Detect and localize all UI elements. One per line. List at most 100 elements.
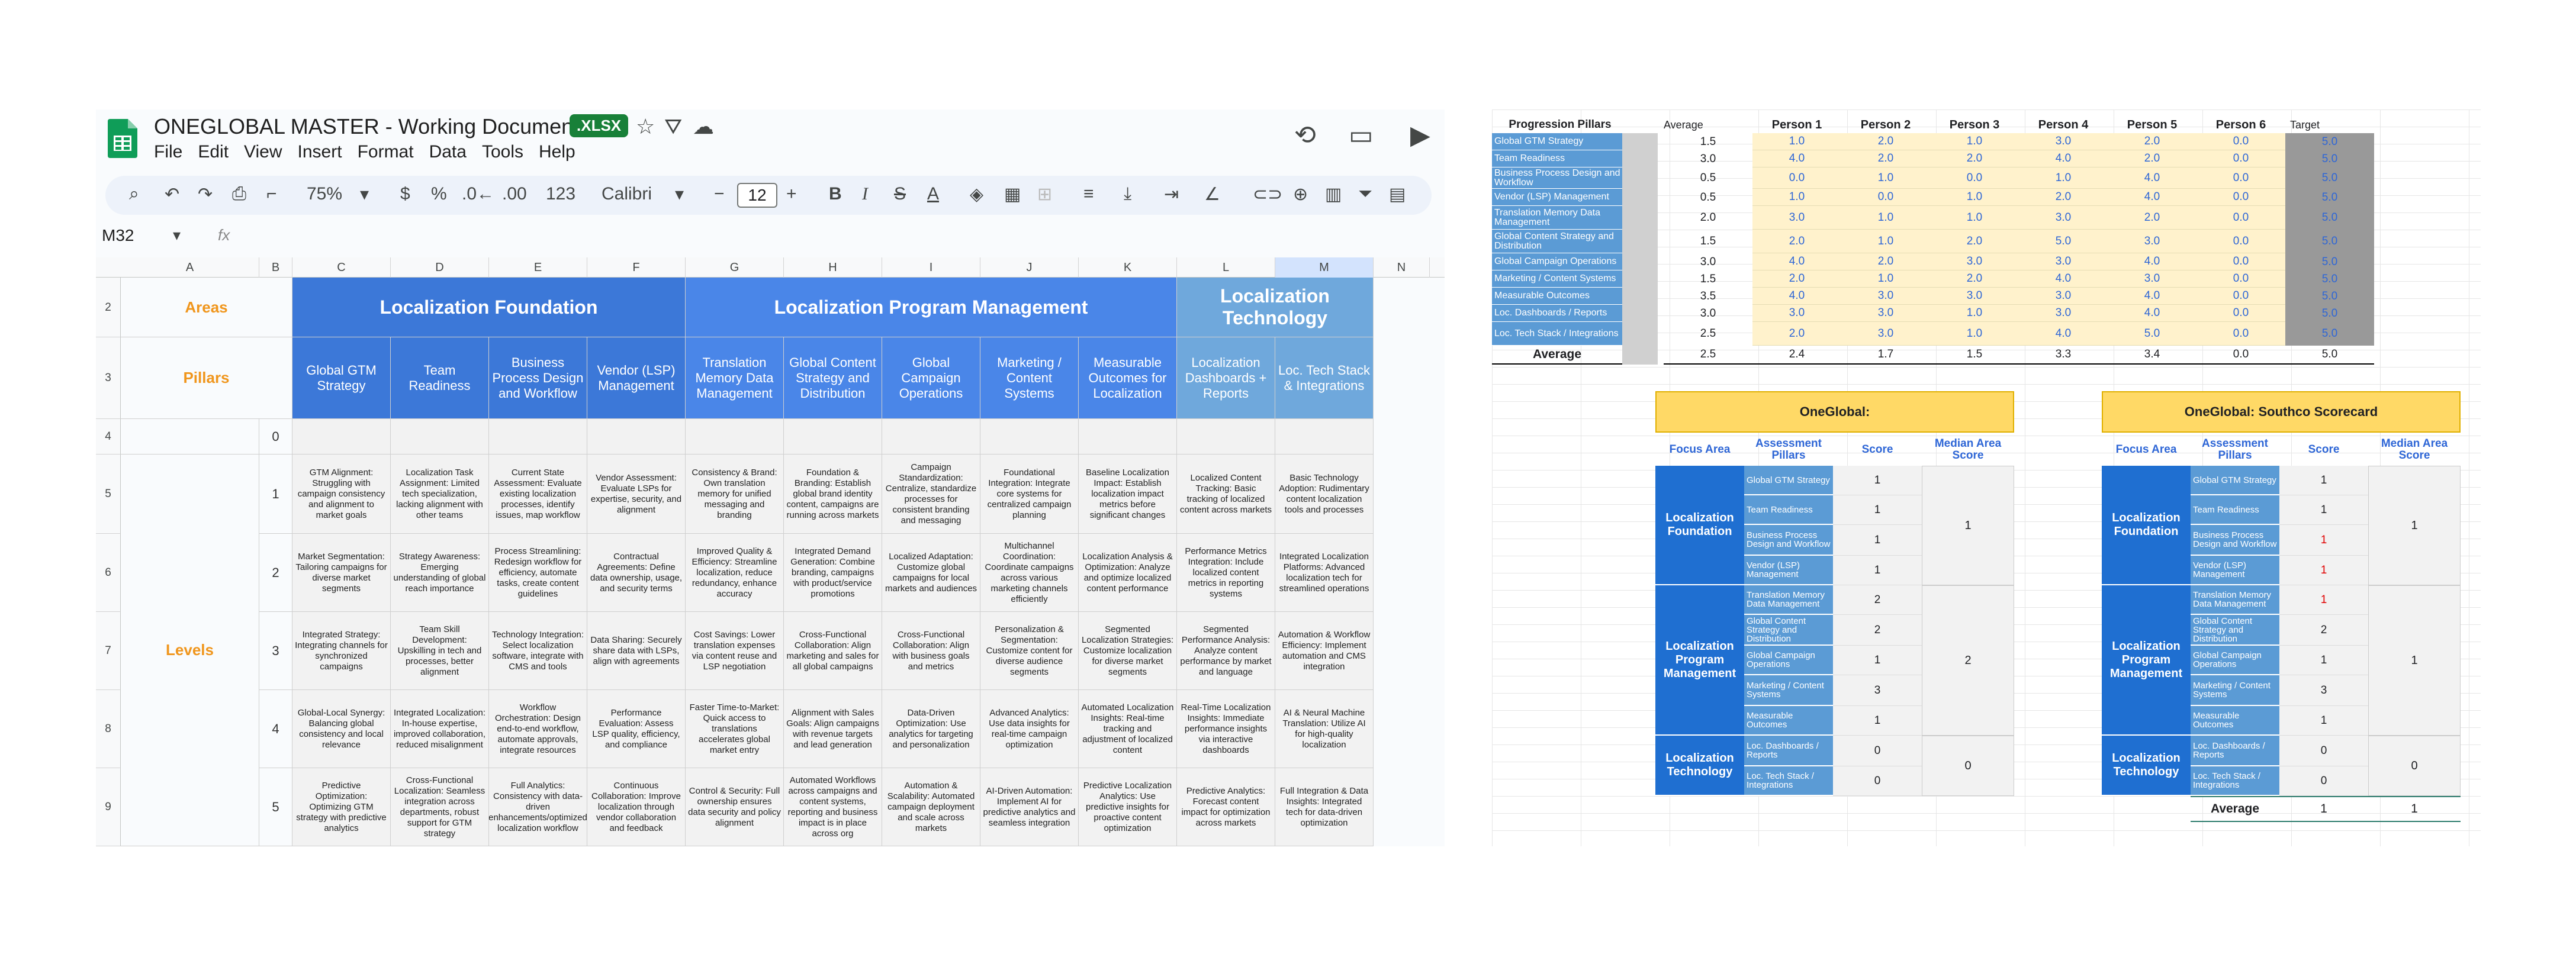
level-number[interactable]: 4: [259, 690, 292, 768]
level-description-cell[interactable]: Integrated Localization Platforms: Advan…: [1275, 534, 1374, 612]
person-score[interactable]: 4.0: [1752, 150, 1841, 167]
menu-view[interactable]: View: [244, 142, 282, 162]
xlsx-badge[interactable]: .XLSX: [570, 114, 629, 137]
pillar-score[interactable]: 1: [1833, 556, 1922, 585]
pillar-score[interactable]: 0: [2279, 766, 2368, 796]
pillar-header[interactable]: Loc. Tech Stack & Integrations: [1275, 337, 1374, 419]
person-score[interactable]: 2.0: [2108, 150, 2196, 167]
level-description-cell[interactable]: AI & Neural Machine Translation: Utilize…: [1275, 690, 1374, 768]
strikethrough-icon[interactable]: S: [894, 184, 906, 204]
average-value[interactable]: 1.5: [1664, 270, 1752, 288]
column-header-e[interactable]: E: [489, 257, 587, 278]
insert-chart-icon[interactable]: ▥: [1325, 184, 1342, 205]
pillar-score[interactable]: 1: [2279, 585, 2368, 615]
empty-cell[interactable]: [1079, 419, 1177, 455]
percent-format-button[interactable]: %: [431, 184, 447, 204]
level-description-cell[interactable]: Localized Content Tracking: Basic tracki…: [1177, 455, 1275, 534]
pillar-score[interactable]: 1: [1833, 525, 1922, 556]
level-description-cell[interactable]: Continuous Collaboration: Improve locali…: [587, 768, 686, 846]
person-score[interactable]: 4.0: [2108, 253, 2196, 270]
pillar-header[interactable]: Translation Memory Data Management: [686, 337, 784, 419]
decrease-font-size-icon[interactable]: −: [714, 184, 725, 204]
pillar-score[interactable]: 2: [1833, 615, 1922, 646]
person-score[interactable]: 3.0: [1930, 253, 2019, 270]
person-score[interactable]: 0.0: [2196, 270, 2285, 288]
number-format-button[interactable]: 123: [546, 184, 575, 204]
person-score[interactable]: 2.0: [1841, 253, 1930, 270]
menu-data[interactable]: Data: [429, 142, 467, 162]
person-score[interactable]: 4.0: [2019, 150, 2108, 167]
person-score[interactable]: 2.0: [1930, 230, 2019, 253]
row-header-5[interactable]: 5: [96, 455, 121, 534]
level-description-cell[interactable]: Market Segmentation: Tailoring campaigns…: [292, 534, 391, 612]
level-description-cell[interactable]: Foundation & Branding: Establish global …: [784, 455, 882, 534]
person-score[interactable]: 1.0: [1930, 189, 2019, 206]
level-description-cell[interactable]: Personalization & Segmentation: Customiz…: [980, 612, 1079, 690]
font-size-input[interactable]: 12: [737, 183, 777, 208]
row-header-2[interactable]: 2: [96, 278, 121, 337]
person-score[interactable]: 5.0: [2108, 322, 2196, 346]
person-score[interactable]: 3.0: [1841, 322, 1930, 346]
person-score[interactable]: 0.0: [2196, 206, 2285, 230]
borders-icon[interactable]: ▦: [1004, 184, 1021, 205]
average-value[interactable]: 0.5: [1664, 167, 1752, 189]
row-header-7[interactable]: 7: [96, 612, 121, 690]
level-description-cell[interactable]: Vendor Assessment: Evaluate LSPs for exp…: [587, 455, 686, 534]
increase-font-size-icon[interactable]: +: [786, 184, 797, 204]
person-score[interactable]: 4.0: [2019, 270, 2108, 288]
level-description-cell[interactable]: Multichannel Coordination: Coordinate ca…: [980, 534, 1079, 612]
person-score[interactable]: 2.0: [2108, 133, 2196, 150]
level-description-cell[interactable]: Strategy Awareness: Emerging understandi…: [391, 534, 489, 612]
level-description-cell[interactable]: Cross-Functional Collaboration: Align wi…: [882, 612, 980, 690]
target-value[interactable]: 5.0: [2285, 189, 2374, 206]
empty-cell[interactable]: [1177, 419, 1275, 455]
level-description-cell[interactable]: Foundational Integration: Integrate core…: [980, 455, 1079, 534]
pillar-score[interactable]: 1: [2279, 556, 2368, 585]
pillar-score[interactable]: 1: [2279, 495, 2368, 525]
target-value[interactable]: 5.0: [2285, 150, 2374, 167]
empty-cell[interactable]: [882, 419, 980, 455]
person-score[interactable]: 2.0: [1930, 150, 2019, 167]
column-header-i[interactable]: I: [882, 257, 980, 278]
menu-edit[interactable]: Edit: [198, 142, 229, 162]
person-score[interactable]: 1.0: [1930, 206, 2019, 230]
person-score[interactable]: 4.0: [2108, 189, 2196, 206]
row-header-8[interactable]: 8: [96, 690, 121, 768]
person-score[interactable]: 2.0: [1752, 230, 1841, 253]
row-header-9[interactable]: 9: [96, 768, 121, 846]
person-score[interactable]: 3.0: [2019, 305, 2108, 322]
level-description-cell[interactable]: Full Analytics: Consistency with data-dr…: [489, 768, 587, 846]
insert-comment-icon[interactable]: ⊕: [1293, 184, 1308, 205]
person-score[interactable]: 0.0: [2196, 189, 2285, 206]
menu-tools[interactable]: Tools: [482, 142, 523, 162]
average-value[interactable]: 1.5: [1664, 133, 1752, 150]
person-score[interactable]: 0.0: [1930, 167, 2019, 189]
row-header-4[interactable]: 4: [96, 419, 121, 455]
person-score[interactable]: 0.0: [2196, 253, 2285, 270]
level-description-cell[interactable]: Campaign Standardization: Centralize, st…: [882, 455, 980, 534]
column-header-l[interactable]: L: [1177, 257, 1275, 278]
target-value[interactable]: 5.0: [2285, 133, 2374, 150]
person-score[interactable]: 2.0: [1841, 150, 1930, 167]
sheet-grid[interactable]: ABCDEFGHIJKLMN 23456789 Areas Localizatio…: [96, 257, 1445, 846]
person-score[interactable]: 3.0: [1841, 288, 1930, 305]
pillar-score[interactable]: 1: [1833, 495, 1922, 525]
person-score[interactable]: 0.0: [2196, 167, 2285, 189]
level-description-cell[interactable]: Data Sharing: Securely share data with L…: [587, 612, 686, 690]
column-header-g[interactable]: G: [686, 257, 784, 278]
empty-cell[interactable]: [686, 419, 784, 455]
pillar-score[interactable]: 1: [2279, 466, 2368, 495]
empty-cell[interactable]: [784, 419, 882, 455]
column-header-f[interactable]: F: [587, 257, 686, 278]
redo-icon[interactable]: ↷: [198, 184, 213, 205]
level-description-cell[interactable]: Localization Task Assignment: Limited te…: [391, 455, 489, 534]
empty-cell[interactable]: [292, 419, 391, 455]
cloud-status-icon[interactable]: ☁: [693, 114, 714, 139]
person-score[interactable]: 0.0: [2196, 230, 2285, 253]
level-description-cell[interactable]: Improved Quality & Efficiency: Streamlin…: [686, 534, 784, 612]
person-score[interactable]: 3.0: [1841, 305, 1930, 322]
name-box-dropdown-icon[interactable]: ▾: [173, 226, 181, 244]
person-score[interactable]: 3.0: [1930, 288, 2019, 305]
person-score[interactable]: 3.0: [2019, 253, 2108, 270]
level-number[interactable]: 2: [259, 534, 292, 612]
